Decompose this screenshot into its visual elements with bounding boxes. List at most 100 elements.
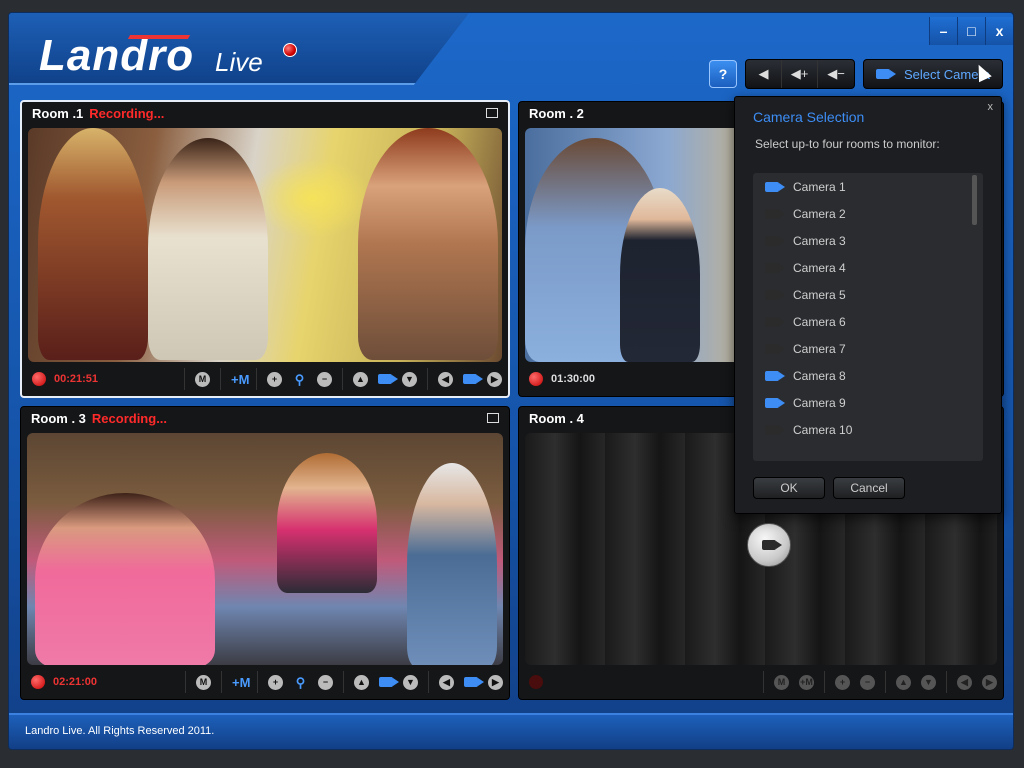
record-icon[interactable] [32,372,46,386]
add-mic-icon[interactable]: +M [231,372,249,387]
tilt-up-icon[interactable]: ▲ [354,674,369,690]
room-panel-3[interactable]: Room . 3 Recording... 02:21:00 M +M + ⚲ … [20,406,510,700]
dialog-instructions: Select up-to four rooms to monitor: [755,137,940,151]
zoom-out-icon[interactable]: − [317,371,332,387]
scrollbar[interactable] [972,175,977,225]
tilt-down-icon[interactable]: ▼ [403,674,418,690]
camera-item[interactable]: Camera 1 [753,173,983,200]
mute-mic-icon[interactable]: M [774,674,789,690]
add-camera-button[interactable] [747,523,791,567]
camera-icon [765,181,785,192]
search-icon[interactable]: ⚲ [292,372,307,387]
camera-label: Camera 2 [793,206,846,221]
add-mic-icon[interactable]: +M [799,674,814,690]
divider [427,368,428,390]
camera-icon [765,370,785,381]
room-timer: 01:30:00 [551,373,596,385]
zoom-out-icon[interactable]: − [318,674,333,690]
logo-product: Live [215,47,263,77]
camera-icon [765,208,785,219]
mute-button[interactable]: ◀ [746,60,783,88]
person-figure [358,128,498,360]
camera-icon [765,397,785,408]
camera-label: Camera 10 [793,422,853,437]
camera-item[interactable]: Camera 5 [753,281,983,308]
camera-selection-dialog: Camera Selection x Select up-to four roo… [734,96,1002,514]
camera-item[interactable]: Camera 6 [753,308,983,335]
zoom-in-icon[interactable]: + [268,674,283,690]
camera-item[interactable]: Camera 2 [753,200,983,227]
camera-icon [464,677,484,687]
divider [342,368,343,390]
tilt-up-icon[interactable]: ▲ [353,371,368,387]
camera-icon [765,343,785,354]
room-panel-1[interactable]: Room .1 Recording... 00:21:51 M +M + ⚲ −… [20,100,510,398]
mute-mic-icon[interactable]: M [196,674,211,690]
minimize-button[interactable]: – [929,17,957,45]
tilt-down-icon[interactable]: ▼ [921,674,936,690]
maximize-view-icon[interactable] [486,108,498,118]
record-icon[interactable] [529,675,543,689]
camera-icon [762,540,782,550]
camera-label: Camera 6 [793,314,846,329]
tilt-down-icon[interactable]: ▼ [402,371,417,387]
camera-icon [765,262,785,273]
room-header: Room . 2 [529,106,584,121]
camera-icon [378,374,398,384]
camera-item[interactable]: Camera 3 [753,227,983,254]
logo-record-dot-icon [283,43,297,57]
pan-left-icon[interactable]: ◀ [957,674,972,690]
camera-label: Camera 9 [793,395,846,410]
room-header: Room . 4 [529,411,584,426]
help-icon[interactable]: ? [709,60,738,88]
person-figure [38,128,148,360]
maximize-button[interactable]: □ [957,17,985,45]
pan-right-icon[interactable]: ▶ [488,674,503,690]
divider [763,671,764,693]
pan-right-icon[interactable]: ▶ [487,371,502,387]
divider [256,368,257,390]
camera-item[interactable]: Camera 8 [753,362,983,389]
divider [885,671,886,693]
camera-icon [765,289,785,300]
divider [428,671,429,693]
video-feed[interactable] [28,128,502,362]
person-figure [620,188,700,362]
mute-mic-icon[interactable]: M [195,371,210,387]
ok-button[interactable]: OK [753,477,825,499]
pan-left-icon[interactable]: ◀ [439,674,454,690]
pan-left-icon[interactable]: ◀ [438,371,453,387]
maximize-view-icon[interactable] [487,413,499,423]
zoom-in-icon[interactable]: + [267,371,282,387]
tilt-up-icon[interactable]: ▲ [896,674,911,690]
zoom-out-icon[interactable]: − [860,674,875,690]
cancel-button[interactable]: Cancel [833,477,905,499]
room-title: Room . 3 [31,411,86,426]
volume-up-button[interactable]: ◀+ [782,60,819,88]
video-feed[interactable] [27,433,503,665]
close-button[interactable]: x [985,17,1013,45]
add-mic-icon[interactable]: +M [232,675,250,690]
camera-item[interactable]: Camera 10 [753,416,983,443]
zoom-in-icon[interactable]: + [835,674,850,690]
divider [221,671,222,693]
camera-label: Camera 4 [793,260,846,275]
toolbar: ? ◀ ◀+ ◀− Select Camera [709,59,1003,89]
room-controls: M +M + ⚲ − ▲ ▼ ◀ ▶ [185,671,503,693]
camera-item[interactable]: Camera 4 [753,254,983,281]
camera-item[interactable]: Camera 7 [753,335,983,362]
room-title: Room . 4 [529,411,584,426]
search-icon[interactable]: ⚲ [293,675,308,690]
camera-item[interactable]: Camera 9 [753,389,983,416]
record-icon[interactable] [529,372,543,386]
record-icon[interactable] [31,675,45,689]
camera-label: Camera 3 [793,233,846,248]
camera-icon [765,316,785,327]
volume-controls: ◀ ◀+ ◀− [745,59,856,89]
room-timer: 00:21:51 [54,373,99,385]
volume-down-button[interactable]: ◀− [818,60,854,88]
close-icon[interactable]: x [988,101,994,113]
divider [343,671,344,693]
pan-right-icon[interactable]: ▶ [982,674,997,690]
window-controls: – □ x [929,17,1013,45]
